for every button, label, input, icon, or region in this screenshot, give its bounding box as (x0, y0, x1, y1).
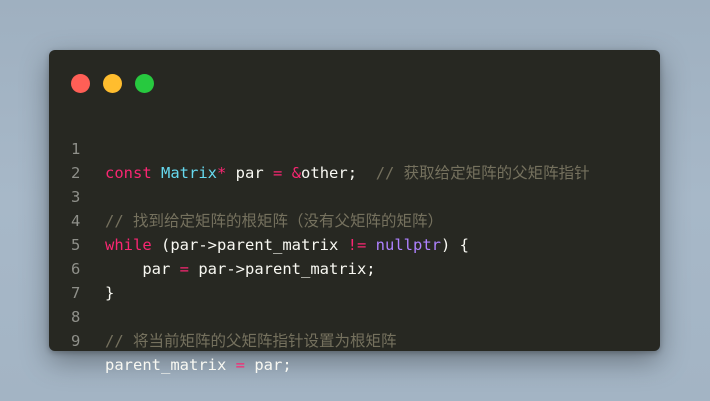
line-number: 9 (71, 332, 81, 350)
code-text: // 将当前矩阵的父矩阵指针设置为根矩阵 (105, 329, 397, 353)
code-text: parent_matrix = par; (105, 353, 292, 377)
code-line: 7 (49, 257, 660, 302)
identifier: parent_matrix (105, 356, 236, 374)
code-line: 3 // 找到给定矩阵的根矩阵（没有父矩阵的矩阵） (49, 161, 660, 230)
code-line: 1 const Matrix* par = &other; // 获取给定矩阵的… (49, 113, 660, 182)
code-line: 8 // 将当前矩阵的父矩阵指针设置为根矩阵 (49, 281, 660, 350)
code-window: 1 const Matrix* par = &other; // 获取给定矩阵的… (49, 50, 660, 374)
code-line: 9 parent_matrix = par; (49, 305, 660, 374)
maximize-button[interactable] (135, 74, 154, 93)
close-button[interactable] (71, 74, 90, 93)
code-line: 5 par = par->parent_matrix; (49, 209, 660, 278)
code-block: 1 const Matrix* par = &other; // 获取给定矩阵的… (49, 113, 660, 374)
identifier: par; (245, 356, 292, 374)
code-line: 6 } (49, 233, 660, 302)
code-line: 2 (49, 137, 660, 182)
operator: = (235, 356, 245, 374)
code-line: 4 while (par->parent_matrix != nullptr) … (49, 185, 660, 254)
minimize-button[interactable] (103, 74, 122, 93)
comment: // 将当前矩阵的父矩阵指针设置为根矩阵 (105, 332, 397, 350)
